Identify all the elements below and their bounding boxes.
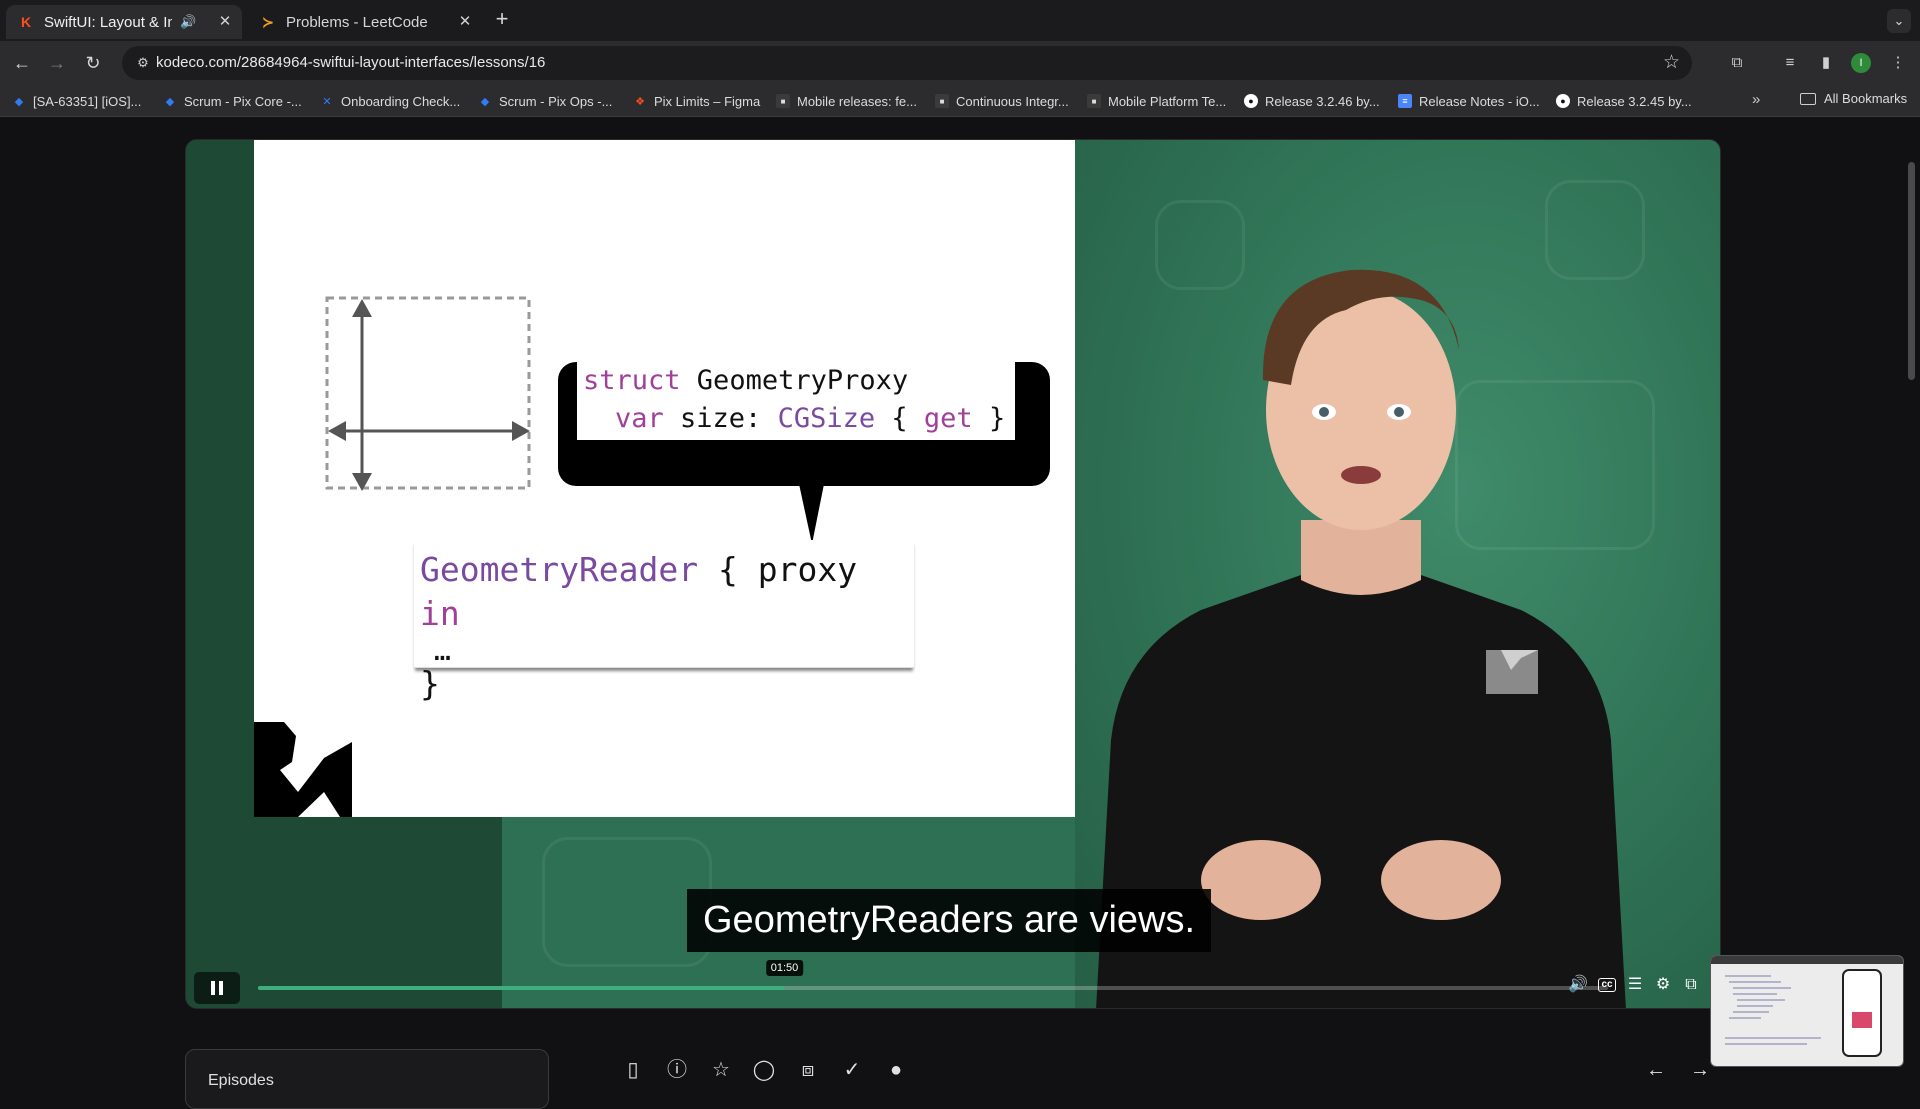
github-icon: ● [1244,94,1258,108]
jira-icon: ◆ [14,95,24,108]
current-time-tooltip: 01:50 [765,960,804,976]
tab-title: Problems - LeetCode [286,13,428,31]
raywenderlich-logo [254,722,352,817]
github-icon[interactable]: ● [884,1058,908,1082]
settings-gear-icon[interactable]: ⚙ [1652,974,1674,996]
bookmark-item[interactable]: ≡ Release Notes - iO... [1398,91,1540,111]
complete-check-icon[interactable]: ✓ [840,1058,864,1082]
bookmark-item[interactable]: ◆ Scrum - Pix Ops -... [478,91,613,111]
new-tab-button[interactable]: + [490,8,514,32]
star-icon[interactable]: ☆ [709,1058,733,1082]
presenter-video-frame [1096,269,1626,1008]
bookmark-icon[interactable]: ▯ [621,1058,645,1082]
close-tab-icon[interactable]: ✕ [216,13,234,31]
tab-title: SwiftUI: Layout & Interfac [44,13,172,31]
bookmark-item[interactable]: ■ Mobile releases: fe... [776,91,917,111]
volume-icon[interactable]: 🔊 [1567,974,1589,996]
size-axes-diagram [325,296,531,491]
previous-lesson-arrow-icon[interactable]: ← [1644,1058,1668,1082]
video-player[interactable]: struct GeometryProxy var size: CGSize { … [185,139,1721,1009]
episodes-panel[interactable]: Episodes [185,1049,549,1109]
tab-leetcode[interactable]: ≻ Problems - LeetCode ✕ [248,5,482,39]
audio-playing-icon[interactable]: 🔊 [180,14,196,30]
comment-icon[interactable]: ◯ [752,1058,776,1082]
tab-search-chevron-icon[interactable]: ⌄ [1887,9,1911,33]
more-bookmarks-chevron-icon[interactable]: » [1752,91,1760,108]
bookmark-item[interactable]: ● Release 3.2.46 by... [1244,91,1380,111]
pause-icon [211,981,215,995]
picture-in-picture-icon[interactable]: ⧉ [1680,974,1702,996]
address-bar[interactable]: ⚙ kodeco.com/28684964-swiftui-layout-int… [122,46,1692,80]
bookmark-item[interactable]: ✕ Onboarding Check... [320,91,460,111]
geometry-reader-code: GeometryReader { proxy in … } [414,540,914,702]
more-menu-icon[interactable]: ⋮ [1886,51,1910,75]
next-lesson-arrow-icon[interactable]: → [1688,1058,1712,1082]
extensions-puzzle-icon[interactable]: ⧉ [1725,51,1749,75]
bookmarks-bar: ◆ [SA-63351] [iOS]... ◆ Scrum - Pix Core -… [0,85,1920,117]
confluence-icon: ✕ [322,95,332,108]
browser-toolbar: ← → ↻ ⚙ kodeco.com/28684964-swiftui-layo… [0,41,1920,85]
forward-arrow-icon[interactable]: → [45,51,69,75]
video-caption: GeometryReaders are views. [687,889,1212,952]
bookmark-item[interactable]: ❖ Pix Limits – Figma [633,91,760,111]
lesson-slide: struct GeometryProxy var size: CGSize { … [254,140,1075,817]
docs-icon: ≡ [1398,94,1412,108]
site-info-icon[interactable]: ⚙ [132,53,154,73]
side-panel-icon[interactable]: ▮ [1814,51,1838,75]
pause-button[interactable] [194,972,240,1004]
media-control-icon[interactable]: ≡ [1778,51,1802,75]
kodeco-favicon-icon: K [20,14,32,30]
bookmark-item[interactable]: ● Release 3.2.45 by... [1556,91,1692,111]
pause-icon [219,981,223,995]
progress-bar[interactable] [258,986,1608,990]
close-tab-icon[interactable]: ✕ [456,13,474,31]
bookmark-star-icon[interactable]: ☆ [1663,51,1680,74]
closed-captions-icon[interactable]: cc [1598,978,1616,992]
profile-avatar[interactable]: I [1851,53,1871,73]
back-arrow-icon[interactable]: ← [10,51,34,75]
all-bookmarks-button[interactable]: All Bookmarks [1800,91,1907,106]
bookmark-item[interactable]: ◆ [SA-63351] [iOS]... [12,91,142,111]
bookmark-item[interactable]: ◆ Scrum - Pix Core -... [163,91,302,111]
transcript-icon[interactable]: ☰ [1624,974,1646,996]
reload-icon[interactable]: ↻ [81,51,105,75]
tab-swiftui[interactable]: K SwiftUI: Layout & Interfac 🔊 ✕ [6,5,242,39]
pix-icon: ■ [1087,94,1101,108]
episodes-label: Episodes [208,1072,274,1089]
xcode-preview-image [1711,956,1903,1066]
jira-icon: ◆ [165,95,175,108]
tab-strip: K SwiftUI: Layout & Interfac 🔊 ✕ ≻ Probl… [0,0,1920,41]
download-materials-icon[interactable]: ⧈ [796,1058,820,1082]
url-text[interactable]: kodeco.com/28684964-swiftui-layout-inter… [156,54,545,71]
folder-icon [1800,92,1816,105]
jira-icon: ◆ [480,95,490,108]
pix-icon: ■ [935,94,949,108]
leetcode-favicon-icon: ≻ [262,13,274,30]
bookmark-item[interactable]: ■ Continuous Integr... [935,91,1069,111]
progress-fill [258,986,785,990]
page-scrollbar[interactable] [1908,162,1915,380]
preview-thumbnail[interactable] [1710,955,1904,1067]
geometry-proxy-code: struct GeometryProxy var size: CGSize { … [577,358,1015,440]
bookmark-item[interactable]: ■ Mobile Platform Te... [1087,91,1226,111]
figma-icon: ❖ [635,95,645,108]
video-controls: 01:50 🔊 cc ☰ ⚙ ⧉ [186,960,1720,1008]
pix-icon: ■ [776,94,790,108]
github-icon: ● [1556,94,1570,108]
info-icon[interactable]: ⓘ [665,1058,689,1082]
